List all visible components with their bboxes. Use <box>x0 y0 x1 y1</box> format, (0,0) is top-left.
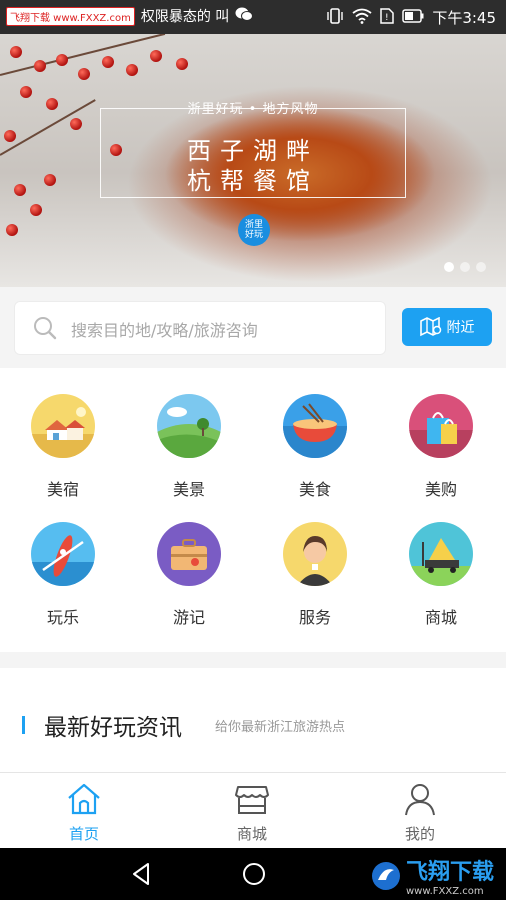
category-mall[interactable]: 商城 <box>378 496 504 627</box>
watermark-title: 飞翔下载 <box>405 860 494 885</box>
battery-icon <box>402 8 424 27</box>
nearby-label: 附近 <box>446 320 475 336</box>
status-notification-text: 权限暴态的 叫 <box>140 9 230 25</box>
suitcase-icon <box>157 522 221 586</box>
tab-home[interactable]: 首页 <box>0 773 168 849</box>
wifi-icon <box>352 8 372 28</box>
berry-decoration <box>30 204 42 216</box>
category-label: 服务 <box>298 608 331 627</box>
status-bar: 飞翔下载 www.FXXZ.com 权限暴态的 叫 ! 下午3:45 <box>0 0 506 34</box>
search-placeholder: 搜索目的地/攻略/旅游咨询 <box>71 321 258 340</box>
banner-title-card: 浙里好玩 • 地方风物 西子湖畔 杭帮餐馆 <box>100 102 406 198</box>
category-scenery[interactable]: 美景 <box>126 368 252 499</box>
back-icon[interactable] <box>128 860 156 888</box>
service-icon <box>283 522 347 586</box>
kayak-icon <box>31 522 95 586</box>
tab-label: 商城 <box>236 825 267 843</box>
watermark-badge: 飞翔下载 www.FXXZ.com <box>6 6 135 26</box>
category-label: 游记 <box>172 608 205 627</box>
category-grid: 美宿 美景 美食 美购 玩乐 游记 服务 商城 <box>0 368 506 652</box>
berry-decoration <box>20 86 32 98</box>
berry-decoration <box>176 58 188 70</box>
promo-banner[interactable]: 浙里好玩 • 地方风物 西子湖畔 杭帮餐馆 浙里 好玩 <box>0 34 506 287</box>
banner-title-line2: 杭帮餐馆 <box>187 167 319 195</box>
berry-decoration <box>78 68 90 80</box>
banner-tagline: 浙里好玩 • 地方风物 <box>187 102 319 117</box>
category-shopping[interactable]: 美购 <box>378 368 504 499</box>
carousel-dot[interactable] <box>460 262 470 272</box>
status-time: 下午3:45 <box>432 9 496 27</box>
tab-store[interactable]: 商城 <box>168 773 336 849</box>
berry-decoration <box>34 60 46 72</box>
tab-profile[interactable]: 我的 <box>336 773 504 849</box>
scenery-icon <box>157 394 221 458</box>
berry-decoration <box>14 184 26 196</box>
sim-alert-icon: ! <box>380 7 395 28</box>
search-area: 搜索目的地/攻略/旅游咨询 附近 <box>0 287 506 367</box>
berry-decoration <box>10 46 22 58</box>
category-label: 商城 <box>424 608 457 627</box>
news-section-subtitle: 给你最新浙江旅游热点 <box>215 720 346 735</box>
vibrate-icon <box>326 7 344 28</box>
nearby-button[interactable]: 附近 <box>402 308 492 346</box>
profile-icon <box>405 784 435 816</box>
category-label: 玩乐 <box>46 608 79 627</box>
home-nav-icon[interactable] <box>240 860 268 888</box>
wechat-icon <box>235 6 254 26</box>
search-icon <box>34 317 57 340</box>
homestay-icon <box>31 394 95 458</box>
berry-decoration <box>150 50 162 62</box>
berry-decoration <box>70 118 82 130</box>
tab-label: 我的 <box>404 825 435 843</box>
status-right: ! 下午3:45 <box>326 7 496 28</box>
berry-decoration <box>102 56 114 68</box>
shopping-icon <box>409 394 473 458</box>
mall-icon <box>409 522 473 586</box>
seal-text: 浙里 好玩 <box>244 220 263 240</box>
food-icon <box>283 394 347 458</box>
map-pin-icon <box>419 317 441 337</box>
category-travelogue[interactable]: 游记 <box>126 496 252 627</box>
bottom-tab-bar: 首页 商城 我的 <box>0 772 506 849</box>
berry-decoration <box>44 174 56 186</box>
fxxz-logo-icon <box>371 861 400 890</box>
berry-decoration <box>56 54 68 66</box>
carousel-dot[interactable] <box>476 262 486 272</box>
watermark-url: www.FXXZ.com <box>405 886 484 897</box>
carousel-dot[interactable] <box>444 262 454 272</box>
store-icon <box>235 786 269 814</box>
berry-decoration <box>46 98 58 110</box>
category-homestay[interactable]: 美宿 <box>0 368 126 499</box>
news-section-title: 最新好玩资讯 <box>44 715 182 741</box>
berry-decoration <box>126 64 138 76</box>
search-input[interactable]: 搜索目的地/攻略/旅游咨询 <box>14 301 386 355</box>
site-watermark: 飞翔下载 www.FXXZ.com <box>370 854 494 897</box>
news-section-header: 最新好玩资讯 给你最新浙江旅游热点 <box>0 668 506 772</box>
svg-text:!: ! <box>385 13 389 23</box>
carousel-indicator <box>444 262 486 272</box>
berry-decoration <box>4 130 16 142</box>
category-food[interactable]: 美食 <box>252 368 378 499</box>
section-accent-bar <box>22 716 25 734</box>
berry-decoration <box>6 224 18 236</box>
tab-label: 首页 <box>68 825 99 843</box>
home-icon <box>68 783 100 815</box>
category-fun[interactable]: 玩乐 <box>0 496 126 627</box>
category-service[interactable]: 服务 <box>252 496 378 627</box>
brand-seal-logo: 浙里 好玩 <box>238 214 270 246</box>
status-left: 飞翔下载 www.FXXZ.com 权限暴态的 叫 <box>6 6 254 26</box>
system-nav-bar: 飞翔下载 www.FXXZ.com <box>0 848 506 900</box>
